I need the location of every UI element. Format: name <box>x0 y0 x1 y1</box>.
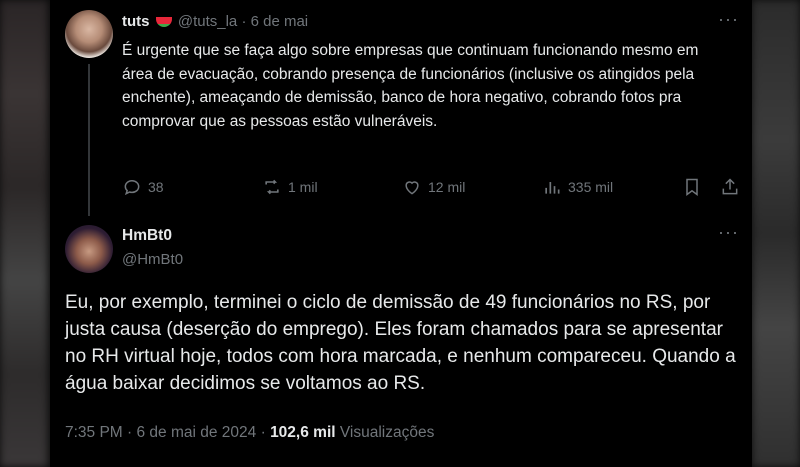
share-button[interactable] <box>720 175 746 199</box>
tweet-meta: 7:35 PM · 6 de mai de 2024 · 102,6 mil V… <box>65 424 434 442</box>
views-button[interactable]: 335 mil <box>542 175 613 199</box>
reply-count: 38 <box>148 179 164 195</box>
handle[interactable]: @tuts_la <box>178 13 237 30</box>
timestamp[interactable]: 7:35 PM · 6 de mai de 2024 · <box>65 424 270 441</box>
tweet-text: É urgente que se faça algo sobre empresa… <box>122 42 699 130</box>
tweet-card: tuts @tuts_la · 6 de mai ··· É urgente q… <box>50 0 752 467</box>
retweet-count: 1 mil <box>288 179 318 195</box>
reply-icon <box>124 179 140 196</box>
avatar[interactable] <box>65 10 113 58</box>
avatar[interactable] <box>65 225 113 273</box>
separator: · <box>241 13 247 30</box>
share-icon <box>722 178 738 195</box>
handle[interactable]: @HmBt0 <box>122 251 183 268</box>
bookmark-icon <box>686 178 698 196</box>
reply-button[interactable]: 38 <box>122 175 164 199</box>
retweet-button[interactable]: 1 mil <box>262 175 318 199</box>
blurred-background-left <box>0 0 48 467</box>
thread-line <box>88 64 90 216</box>
tweet-header: tuts @tuts_la · 6 de mai <box>122 13 308 30</box>
views-label: Visualizações <box>335 424 435 441</box>
action-bar: 38 1 mil 12 mil 335 mil <box>122 175 742 199</box>
views-count: 102,6 mil <box>270 424 336 441</box>
quoted-tweet[interactable]: tuts @tuts_la · 6 de mai ··· É urgente q… <box>50 0 752 216</box>
blurred-background-right <box>752 0 800 467</box>
heart-icon <box>405 181 419 195</box>
bookmark-button[interactable] <box>682 175 708 199</box>
more-options-icon[interactable]: ··· <box>718 9 739 30</box>
views-count: 335 mil <box>568 179 614 195</box>
display-name[interactable]: HmBt0 <box>122 227 183 245</box>
tweet-text: Eu, por exemplo, terminei o ciclo de dem… <box>65 292 736 394</box>
bar-chart-icon <box>545 182 560 194</box>
tweet-header: HmBt0 @HmBt0 <box>122 227 183 268</box>
tweet-date[interactable]: 6 de mai <box>251 13 309 30</box>
like-count: 12 mil <box>428 179 466 195</box>
watermelon-icon <box>155 17 172 28</box>
retweet-icon <box>265 179 279 195</box>
like-button[interactable]: 12 mil <box>402 175 465 199</box>
more-options-icon[interactable]: ··· <box>718 222 739 243</box>
display-name[interactable]: tuts <box>122 13 150 30</box>
